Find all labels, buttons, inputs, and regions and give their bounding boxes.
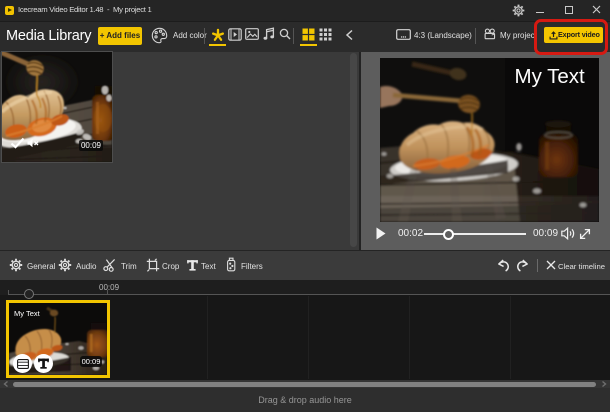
- svg-text:My Text: My Text: [515, 65, 586, 88]
- svg-text:My Text: My Text: [14, 309, 41, 318]
